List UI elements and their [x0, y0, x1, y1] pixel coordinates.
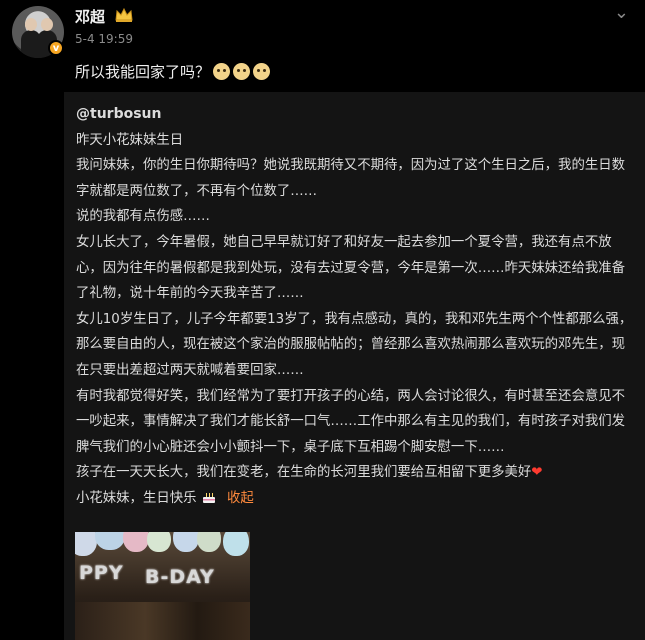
heart-icon: ❤ — [531, 465, 543, 481]
repost-paragraph: 女儿长大了，今年暑假，她自己早早就订好了和好友一起去参加一个夏令营，我还有点不放… — [76, 234, 626, 302]
repost-paragraph: 我问妹妹，你的生日你期待吗？她说我既期待又不期待，因为过了这个生日之后，我的生日… — [76, 158, 626, 199]
cat-face-emoji-icon — [213, 63, 231, 80]
collapse-link[interactable]: 收起 — [227, 491, 254, 506]
cat-face-emoji-icon — [233, 63, 251, 80]
repost-user-mention[interactable]: @turbosun — [76, 102, 636, 128]
photo-banner-right: B-DAY — [145, 566, 215, 588]
post-text: 所以我能回家了吗？ — [75, 61, 271, 82]
cat-face-emoji-icon — [253, 63, 271, 80]
post-header: v 邓超 5-4 19:59 ⌄ 所以我能回家了吗？ — [0, 0, 645, 95]
repost-paragraph: 昨天小花妹妹生日 — [76, 132, 184, 148]
repost-paragraph: 说的我都有点伤感…… — [76, 209, 210, 225]
post-body: 所以我能回家了吗？ — [75, 63, 211, 81]
post-timestamp: 5-4 19:59 — [75, 32, 133, 46]
crown-icon — [115, 7, 133, 22]
repost-paragraph-with-heart: 孩子在一天天长大，我们在变老，在生命的长河里我们要给互相留下更多美好❤ — [76, 460, 636, 486]
more-options-icon[interactable]: ⌄ — [614, 2, 629, 23]
repost-paragraph: 有时我都觉得好笑，我们经常为了要打开孩子的心结，两人会讨论很久，有时甚至还会意见… — [76, 388, 626, 455]
photo-banner-left: PPY — [79, 562, 124, 584]
repost-body: @turbosun 昨天小花妹妹生日 我问妹妹，你的生日你期待吗？她说我既期待又… — [76, 102, 636, 512]
post-photo[interactable]: PPY B-DAY — [75, 532, 250, 640]
repost-last-line: 小花妹妹，生日快乐 收起 — [76, 486, 636, 512]
verified-badge-icon: v — [48, 40, 64, 56]
reposted-content[interactable]: @turbosun 昨天小花妹妹生日 我问妹妹，你的生日你期待吗？她说我既期待又… — [64, 92, 645, 640]
birthday-wish: 小花妹妹，生日快乐 — [76, 490, 197, 506]
author-name[interactable]: 邓超 — [75, 6, 105, 27]
repost-paragraph: 女儿10岁生日了，儿子今年都要13岁了，我有点感动，真的，我和邓先生两个个性都那… — [76, 311, 633, 378]
cake-icon — [202, 492, 215, 503]
repost-paragraph: 孩子在一天天长大，我们在变老，在生命的长河里我们要给互相留下更多美好 — [76, 465, 532, 481]
